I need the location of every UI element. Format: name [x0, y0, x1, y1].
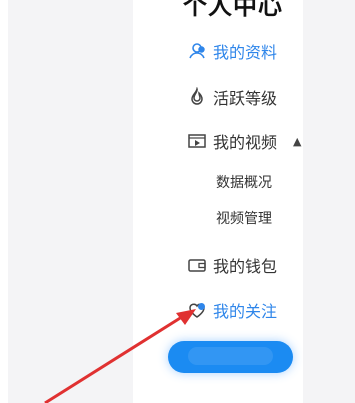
- sidebar-item-following[interactable]: 我的关注: [187, 298, 277, 322]
- chevron-up-icon[interactable]: ▲: [293, 135, 301, 148]
- sidebar-item-my-videos[interactable]: 我的视频 ▲: [187, 129, 301, 153]
- sidebar-item-label: 我的钱包: [213, 257, 278, 276]
- user-icon: [189, 43, 205, 59]
- page-gutter: [0, 0, 8, 403]
- video-icon: [188, 134, 206, 148]
- wallet-icon: [188, 259, 206, 272]
- fire-icon: [191, 87, 203, 105]
- sidebar-item-label: 我的资料: [213, 43, 278, 62]
- sidebar-item-label: 我的视频: [213, 133, 278, 152]
- sidebar-item-wallet[interactable]: 我的钱包: [187, 253, 277, 277]
- sidebar-item-label: 我的关注: [213, 302, 278, 321]
- sidebar-item-activity-level[interactable]: 活跃等级: [187, 85, 277, 109]
- sidebar-panel: 个人中心 我的资料 活跃等级 我的视频 ▲ 数据概况 视频管理 我的钱包 我的关…: [133, 0, 303, 403]
- sidebar-subitem-data-overview[interactable]: 数据概况: [216, 172, 272, 192]
- blue-action-button[interactable]: [168, 341, 293, 373]
- sidebar-item-profile[interactable]: 我的资料: [187, 39, 277, 63]
- sidebar-subitem-video-management[interactable]: 视频管理: [216, 208, 272, 228]
- page-title: 个人中心: [183, 0, 283, 20]
- heart-icon: [189, 303, 205, 318]
- sidebar-item-label: 活跃等级: [213, 89, 278, 108]
